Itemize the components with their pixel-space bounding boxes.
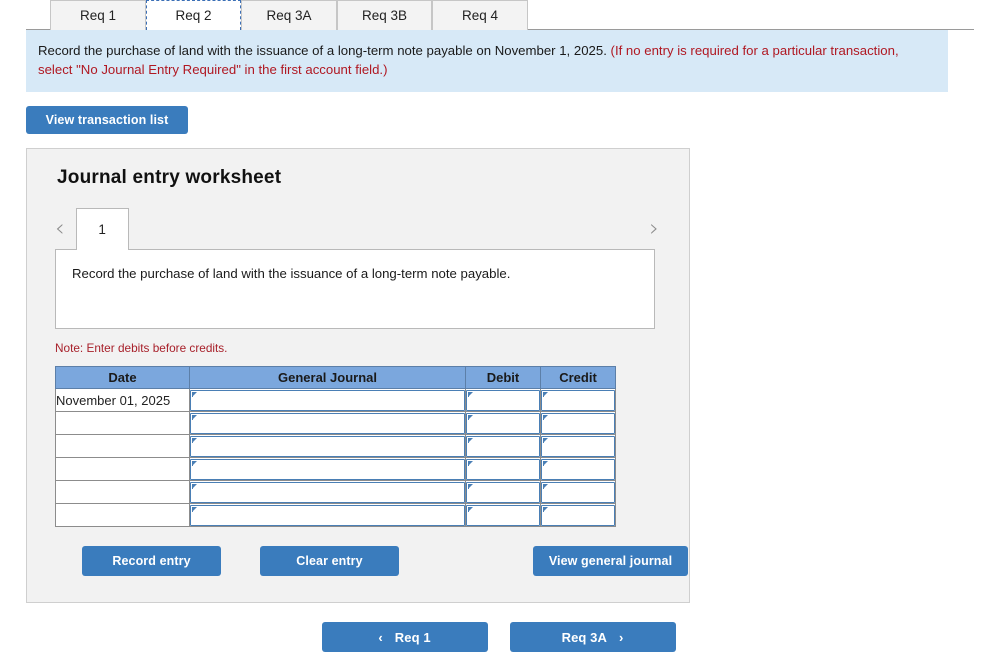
journal-entry-worksheet-panel: Journal entry worksheet ‹ 1 › Record the… bbox=[26, 148, 690, 603]
general-journal-input[interactable] bbox=[190, 504, 465, 526]
column-header-date: Date bbox=[55, 366, 190, 389]
instruction-banner: Record the purchase of land with the iss… bbox=[26, 30, 948, 92]
credit-cell[interactable] bbox=[540, 434, 616, 458]
debit-input[interactable] bbox=[466, 435, 540, 457]
credit-input[interactable] bbox=[541, 458, 615, 480]
debit-input[interactable] bbox=[466, 412, 540, 434]
debit-cell[interactable] bbox=[465, 457, 541, 481]
prev-requirement-button[interactable]: ‹ Req 1 bbox=[321, 622, 488, 652]
table-row bbox=[55, 457, 616, 481]
credit-cell[interactable] bbox=[540, 457, 616, 481]
chevron-left-icon[interactable]: ‹ bbox=[55, 216, 65, 249]
general-journal-input[interactable] bbox=[190, 481, 465, 503]
page-title: Journal entry worksheet bbox=[57, 167, 282, 188]
date-cell[interactable] bbox=[55, 480, 190, 504]
credit-input[interactable] bbox=[541, 481, 615, 503]
bottom-navigation: ‹ Req 1 Req 3A › bbox=[0, 622, 997, 652]
clear-entry-button[interactable]: Clear entry bbox=[260, 546, 399, 576]
date-cell[interactable] bbox=[55, 411, 190, 435]
debit-input[interactable] bbox=[466, 504, 540, 526]
date-cell[interactable] bbox=[55, 434, 190, 458]
debit-cell[interactable] bbox=[465, 503, 541, 527]
debit-input[interactable] bbox=[466, 389, 540, 411]
chevron-left-icon: ‹ bbox=[378, 629, 383, 645]
general-journal-cell[interactable] bbox=[189, 434, 466, 458]
general-journal-cell[interactable] bbox=[189, 388, 466, 412]
credit-input[interactable] bbox=[541, 435, 615, 457]
general-journal-cell[interactable] bbox=[189, 457, 466, 481]
credit-cell[interactable] bbox=[540, 388, 616, 412]
view-transaction-list-button[interactable]: View transaction list bbox=[26, 106, 188, 134]
requirement-tabs: Req 1 Req 2 Req 3A Req 3B Req 4 bbox=[26, 0, 974, 30]
table-row bbox=[55, 434, 616, 458]
tab-req-1[interactable]: Req 1 bbox=[50, 0, 146, 30]
debit-cell[interactable] bbox=[465, 388, 541, 412]
next-requirement-button[interactable]: Req 3A › bbox=[509, 622, 676, 652]
date-cell[interactable] bbox=[55, 503, 190, 527]
tab-req-3b[interactable]: Req 3B bbox=[337, 0, 432, 30]
table-header-row: Date General Journal Debit Credit bbox=[55, 366, 616, 389]
debit-cell[interactable] bbox=[465, 434, 541, 458]
tab-req-2[interactable]: Req 2 bbox=[146, 0, 241, 30]
table-row: November 01, 2025 bbox=[55, 388, 616, 412]
general-journal-input[interactable] bbox=[190, 458, 465, 480]
credit-cell[interactable] bbox=[540, 503, 616, 527]
column-header-debit: Debit bbox=[465, 366, 541, 389]
worksheet-description-text: Record the purchase of land with the iss… bbox=[72, 266, 511, 281]
instruction-main-text: Record the purchase of land with the iss… bbox=[38, 43, 607, 58]
credit-input[interactable] bbox=[541, 412, 615, 434]
date-cell[interactable]: November 01, 2025 bbox=[55, 388, 190, 412]
record-entry-button[interactable]: Record entry bbox=[82, 546, 221, 576]
general-journal-cell[interactable] bbox=[189, 480, 466, 504]
table-row bbox=[55, 503, 616, 527]
debit-cell[interactable] bbox=[465, 411, 541, 435]
credit-cell[interactable] bbox=[540, 480, 616, 504]
table-row bbox=[55, 480, 616, 504]
view-general-journal-button[interactable]: View general journal bbox=[533, 546, 688, 576]
debit-input[interactable] bbox=[466, 481, 540, 503]
journal-entry-table: Date General Journal Debit Credit Novemb… bbox=[55, 366, 616, 527]
column-header-credit: Credit bbox=[540, 366, 616, 389]
debit-cell[interactable] bbox=[465, 480, 541, 504]
general-journal-input[interactable] bbox=[190, 435, 465, 457]
tab-req-3a[interactable]: Req 3A bbox=[241, 0, 337, 30]
worksheet-description-box: Record the purchase of land with the iss… bbox=[55, 249, 655, 329]
general-journal-cell[interactable] bbox=[189, 503, 466, 527]
credit-input[interactable] bbox=[541, 389, 615, 411]
chevron-right-icon[interactable]: › bbox=[649, 216, 659, 249]
table-row bbox=[55, 411, 616, 435]
date-cell[interactable] bbox=[55, 457, 190, 481]
general-journal-input[interactable] bbox=[190, 412, 465, 434]
chevron-right-icon: › bbox=[618, 629, 624, 645]
general-journal-input[interactable] bbox=[190, 389, 465, 411]
debit-input[interactable] bbox=[466, 458, 540, 480]
worksheet-page-tab-1[interactable]: 1 bbox=[75, 208, 129, 250]
next-requirement-label: Req 3A bbox=[561, 629, 607, 645]
general-journal-cell[interactable] bbox=[189, 411, 466, 435]
column-header-general-journal: General Journal bbox=[189, 366, 466, 389]
debits-before-credits-note: Note: Enter debits before credits. bbox=[55, 341, 228, 355]
worksheet-actions: Record entry Clear entry View general jo… bbox=[55, 546, 688, 576]
tab-req-4[interactable]: Req 4 bbox=[432, 0, 528, 30]
credit-cell[interactable] bbox=[540, 411, 616, 435]
credit-input[interactable] bbox=[541, 504, 615, 526]
worksheet-pager: ‹ 1 › bbox=[27, 208, 689, 250]
prev-requirement-label: Req 1 bbox=[394, 629, 431, 645]
